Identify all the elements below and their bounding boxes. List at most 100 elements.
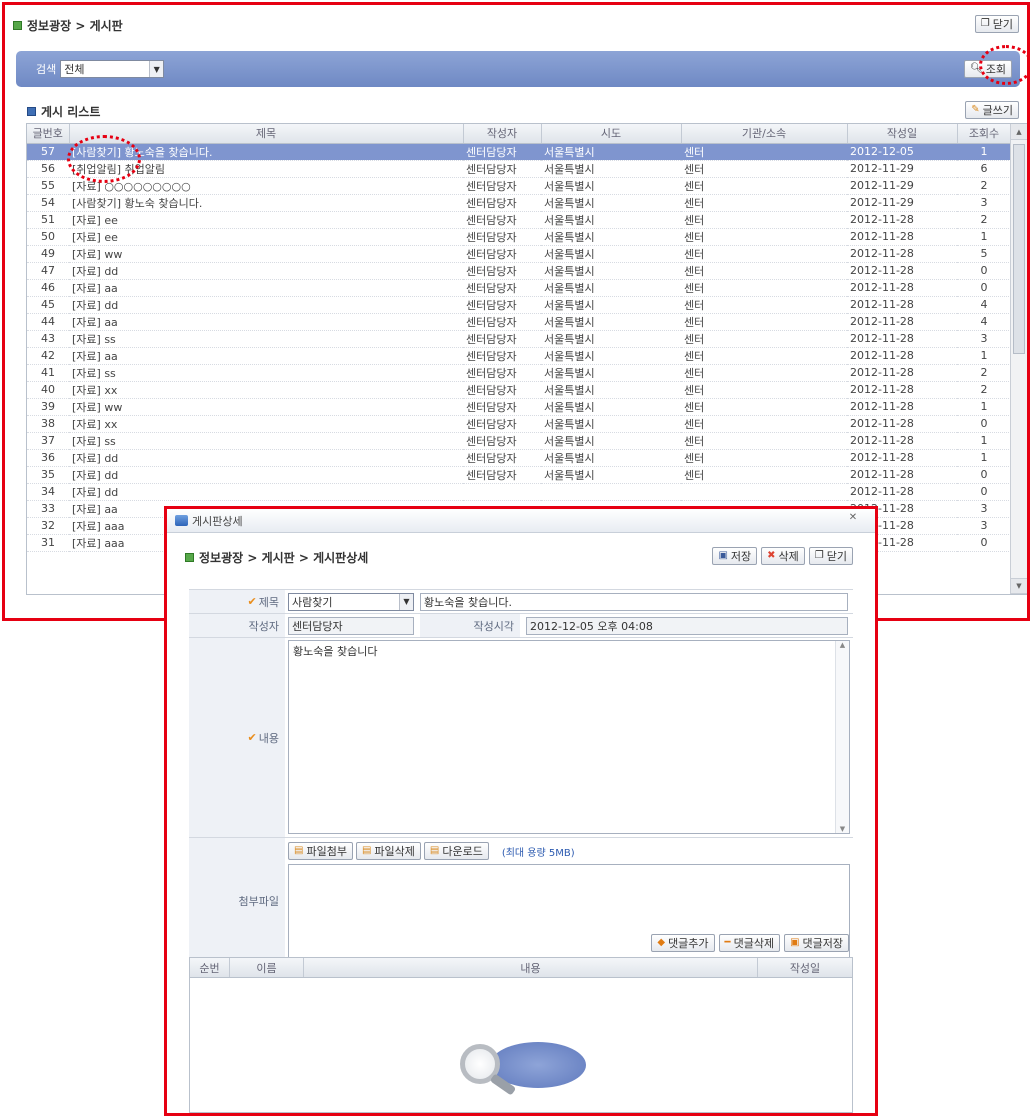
col-header-title[interactable]: 제목 — [69, 124, 464, 144]
table-row[interactable]: 36 [자료] dd 센터담당자 서울특별시 센터 2012-11-28 1 — [27, 449, 1011, 467]
col-header-views[interactable]: 조회수 — [957, 124, 1012, 144]
row-views: 3 — [957, 517, 1011, 535]
content-scrollbar[interactable]: ▲ ▼ — [835, 641, 849, 833]
row-region: 서울특별시 — [541, 279, 681, 297]
table-row[interactable]: 57 [사람찾기] 황노숙을 찾습니다. 센터담당자 서울특별시 센터 2012-12-0… — [27, 143, 1011, 161]
delete-button[interactable]: ✖ 삭제 — [761, 547, 805, 565]
row-org: 센터 — [681, 330, 847, 348]
table-row[interactable]: 39 [자료] ww 센터담당자 서울특별시 센터 2012-11-28 1 — [27, 398, 1011, 416]
row-org: 센터 — [681, 228, 847, 246]
row-org: 센터 — [681, 143, 847, 161]
board-scrollbar[interactable]: ▲ ▼ — [1010, 124, 1027, 594]
comment-save-button[interactable]: ▣ 댓글저장 — [784, 934, 849, 952]
detail-form: ✔ 제목 사람찾기 ▼ 황노숙을 찾습니다. 작성자 센터담당자 작성시각 201… — [189, 589, 853, 965]
search-button[interactable]: 🔍︎ 조회 — [964, 60, 1012, 78]
row-author: 센터담당자 — [463, 194, 541, 212]
col-header-date[interactable]: 작성일 — [847, 124, 958, 144]
col-header-region[interactable]: 시도 — [541, 124, 682, 144]
detail-close-button[interactable]: ❐ 닫기 — [808, 547, 853, 565]
table-row[interactable]: 56 [취업알림] 취업알림 센터담당자 서울특별시 센터 2012-11-29 6 — [27, 160, 1011, 178]
title-input[interactable]: 황노숙을 찾습니다. — [420, 592, 848, 611]
row-views: 2 — [957, 381, 1011, 399]
board-table: 글번호 제목 작성자 시도 기관/소속 작성일 조회수 57 [사람찾기] 황노숙… — [27, 124, 1012, 552]
row-author: 센터담당자 — [463, 330, 541, 348]
save-button[interactable]: ▣ 저장 — [712, 547, 758, 565]
row-date: 2012-12-05 — [847, 143, 957, 161]
scroll-up-icon[interactable]: ▲ — [1011, 124, 1027, 140]
table-row[interactable]: 54 [사람찾기] 황노숙 찾습니다. 센터담당자 서울특별시 센터 2012-11-29… — [27, 194, 1011, 212]
table-row[interactable]: 43 [자료] ss 센터담당자 서울특별시 센터 2012-11-28 3 — [27, 330, 1011, 348]
download-button[interactable]: ▤ 다운로드 — [423, 842, 489, 860]
search-select[interactable]: 전체 ▼ — [60, 60, 165, 78]
content-textarea[interactable]: 황노숙을 찾습니다 ▲ ▼ — [288, 640, 850, 834]
row-author: 센터담당자 — [463, 245, 541, 263]
comment-col-date[interactable]: 작성일 — [758, 958, 852, 977]
row-date: 2012-11-28 — [847, 364, 957, 382]
row-title: [자료] ss — [69, 330, 463, 348]
comment-col-seq[interactable]: 순번 — [190, 958, 230, 977]
table-row[interactable]: 49 [자료] ww 센터담당자 서울특별시 센터 2012-11-28 5 — [27, 245, 1011, 263]
category-select-value: 사람찾기 — [292, 595, 333, 609]
row-date: 2012-11-28 — [847, 296, 957, 314]
row-title: [자료] ○○○○○○○○○ — [69, 177, 463, 195]
table-row[interactable]: 50 [자료] ee 센터담당자 서울특별시 센터 2012-11-28 1 — [27, 228, 1011, 246]
close-icon[interactable]: ✕ — [845, 512, 861, 528]
row-title: [자료] ee — [69, 211, 463, 229]
table-row[interactable]: 37 [자료] ss 센터담당자 서울특별시 센터 2012-11-28 1 — [27, 432, 1011, 450]
list-title: 게시 리스트 — [27, 103, 100, 120]
table-row[interactable]: 38 [자료] xx 센터담당자 서울특별시 센터 2012-11-28 0 — [27, 415, 1011, 433]
row-author: 센터담당자 — [463, 177, 541, 195]
write-button[interactable]: ✎ 글쓰기 — [965, 101, 1019, 119]
board-header: 정보광장 > 게시판 ❐ 닫기 — [13, 15, 1019, 35]
minus-icon: ━ — [724, 937, 731, 948]
row-views: 2 — [957, 211, 1011, 229]
detail-window-title: 게시판상세 — [192, 514, 243, 528]
file-attach-button[interactable]: ▤ 파일첨부 — [288, 842, 353, 860]
pencil-icon: ✎ — [971, 104, 980, 115]
table-row[interactable]: 47 [자료] dd 센터담당자 서울특별시 센터 2012-11-28 0 — [27, 262, 1011, 280]
col-header-no[interactable]: 글번호 — [27, 124, 70, 144]
comment-delete-button[interactable]: ━ 댓글삭제 — [718, 934, 781, 952]
detail-close-label: 닫기 — [826, 550, 847, 563]
table-row[interactable]: 51 [자료] ee 센터담당자 서울특별시 센터 2012-11-28 2 — [27, 211, 1011, 229]
table-row[interactable]: 34 [자료] dd 2012-11-28 0 — [27, 483, 1011, 501]
file-delete-icon: ▤ — [361, 845, 372, 856]
empty-state-illustration — [460, 1034, 590, 1104]
table-row[interactable]: 41 [자료] ss 센터담당자 서울특별시 센터 2012-11-28 2 — [27, 364, 1011, 382]
row-views: 5 — [957, 245, 1011, 263]
scroll-up-icon[interactable]: ▲ — [836, 641, 849, 649]
row-date: 2012-11-28 — [847, 245, 957, 263]
col-header-author[interactable]: 작성자 — [463, 124, 542, 144]
row-author: 센터담당자 — [463, 279, 541, 297]
col-header-org[interactable]: 기관/소속 — [681, 124, 848, 144]
delete-button-label: 삭제 — [778, 550, 799, 563]
row-org — [681, 483, 847, 501]
close-button[interactable]: ❐ 닫기 — [974, 15, 1019, 33]
table-row[interactable]: 46 [자료] aa 센터담당자 서울특별시 센터 2012-11-28 0 — [27, 279, 1011, 297]
row-views: 1 — [957, 143, 1011, 161]
close-doc-icon: ❐ — [814, 550, 824, 561]
table-row[interactable]: 55 [자료] ○○○○○○○○○ 센터담당자 서울특별시 센터 2012-11-29 2 — [27, 177, 1011, 195]
search-select-value: 전체 — [64, 63, 85, 76]
file-delete-button[interactable]: ▤ 파일삭제 — [355, 842, 421, 860]
row-author: 센터담당자 — [463, 347, 541, 365]
comment-col-name[interactable]: 이름 — [230, 958, 304, 977]
comment-col-content[interactable]: 내용 — [304, 958, 758, 977]
row-region: 서울특별시 — [541, 228, 681, 246]
comment-add-button[interactable]: ◆ 댓글추가 — [651, 934, 715, 952]
row-date: 2012-11-29 — [847, 160, 957, 178]
table-row[interactable]: 44 [자료] aa 센터담당자 서울특별시 센터 2012-11-28 4 — [27, 313, 1011, 331]
scroll-thumb[interactable] — [1013, 144, 1025, 354]
table-row[interactable]: 35 [자료] dd 센터담당자 서울특별시 센터 2012-11-28 0 — [27, 466, 1011, 484]
table-row[interactable]: 42 [자료] aa 센터담당자 서울특별시 센터 2012-11-28 1 — [27, 347, 1011, 365]
category-select[interactable]: 사람찾기 ▼ — [288, 592, 414, 611]
content-cell: 황노숙을 찾습니다 ▲ ▼ — [285, 638, 853, 837]
table-row[interactable]: 45 [자료] dd 센터담당자 서울특별시 센터 2012-11-28 4 — [27, 296, 1011, 314]
row-author: 센터담당자 — [463, 466, 541, 484]
row-title: [자료] aa — [69, 313, 463, 331]
scroll-down-icon[interactable]: ▼ — [836, 825, 849, 833]
breadcrumb-square-icon — [13, 20, 22, 30]
scroll-down-icon[interactable]: ▼ — [1011, 578, 1027, 594]
breadcrumb-square-icon — [185, 553, 194, 562]
table-row[interactable]: 40 [자료] xx 센터담당자 서울특별시 센터 2012-11-28 2 — [27, 381, 1011, 399]
